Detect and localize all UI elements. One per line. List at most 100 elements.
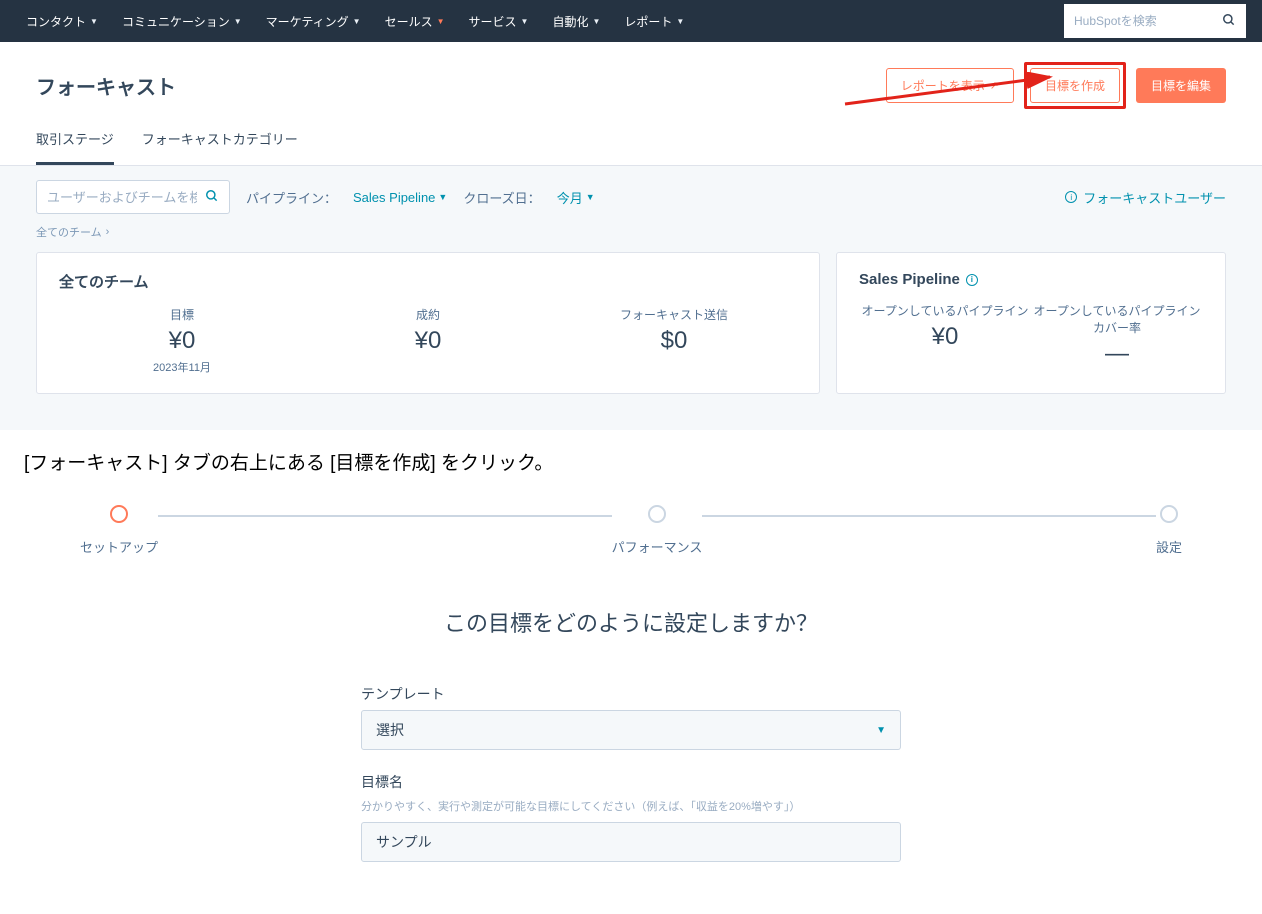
all-teams-card: 全てのチーム 目標 ¥0 2023年11月 成約 ¥0 フォーキャスト送信 $0: [36, 252, 820, 394]
chevron-down-icon: ▼: [90, 17, 98, 26]
nav-label: サービス: [469, 13, 517, 30]
nav-items: コンタクト ▼ コミュニケーション ▼ マーケティング ▼ セールス ▼ サービ…: [16, 7, 694, 36]
chevron-down-icon: ▼: [234, 17, 242, 26]
tab-deal-stage[interactable]: 取引ステージ: [36, 129, 114, 165]
chevron-right-icon: ›: [106, 226, 110, 238]
step-performance[interactable]: パフォーマンス: [612, 505, 703, 556]
metric-label: オープンしているパイプライン: [859, 302, 1031, 319]
metric-value: $0: [551, 327, 797, 355]
nav-item-sales[interactable]: セールス ▼: [375, 7, 455, 36]
nav-item-communication[interactable]: コミュニケーション ▼: [112, 7, 252, 36]
step-circle-icon: [648, 505, 666, 523]
nav-item-marketing[interactable]: マーケティング ▼: [256, 7, 371, 36]
global-search-input[interactable]: [1074, 14, 1214, 28]
step-line: [702, 515, 1156, 517]
instruction-caption: [フォーキャスト] タブの右上にある [目標を作成] をクリック。: [0, 430, 1262, 505]
nav-label: マーケティング: [266, 13, 349, 30]
chevron-down-icon: ▼: [876, 725, 886, 736]
nav-label: レポート: [624, 13, 672, 30]
metric-label: フォーキャスト送信: [551, 306, 797, 323]
metric-value: ¥0: [859, 323, 1031, 351]
nav-label: コミュニケーション: [122, 13, 230, 30]
nav-item-reports[interactable]: レポート ▼: [614, 7, 694, 36]
filter-area: パイプライン： Sales Pipeline ▼ クローズ日： 今月 ▼ i フ…: [0, 166, 1262, 430]
goal-name-field-group: 目標名 分かりやすく、実行や測定が可能な目標にしてください（例えば、「収益を20…: [361, 772, 901, 862]
metric-sub: 2023年11月: [59, 359, 305, 375]
edit-goal-button[interactable]: 目標を編集: [1136, 68, 1226, 103]
annotation-highlight: 目標を作成: [1024, 62, 1126, 109]
chevron-down-icon: ▼: [676, 17, 684, 26]
top-nav: コンタクト ▼ コミュニケーション ▼ マーケティング ▼ セールス ▼ サービ…: [0, 0, 1262, 42]
goal-name-label: 目標名: [361, 772, 901, 792]
page-title: フォーキャスト: [36, 71, 176, 100]
nav-label: コンタクト: [26, 13, 86, 30]
stepper: セットアップ パフォーマンス 設定: [0, 505, 1262, 556]
step-line: [158, 515, 612, 517]
summary-cards: 全てのチーム 目標 ¥0 2023年11月 成約 ¥0 フォーキャスト送信 $0: [36, 252, 1226, 412]
link-label: フォーキャストユーザー: [1083, 188, 1226, 207]
step-settings[interactable]: 設定: [1156, 505, 1182, 556]
form-heading: この目標をどのように設定しますか？: [361, 606, 901, 638]
nav-item-service[interactable]: サービス ▼: [459, 7, 539, 36]
metric-goal: 目標 ¥0 2023年11月: [59, 306, 305, 375]
template-select[interactable]: 選択 ▼: [361, 710, 901, 750]
metrics-row: 目標 ¥0 2023年11月 成約 ¥0 フォーキャスト送信 $0: [59, 306, 797, 375]
card-title: 全てのチーム: [59, 271, 797, 292]
step-circle-icon: [110, 505, 128, 523]
metric-coverage-rate: オープンしているパイプラインカバー率 —: [1031, 302, 1203, 368]
step-label: セットアップ: [80, 537, 158, 556]
forecast-user-link[interactable]: i フォーキャストユーザー: [1065, 188, 1226, 207]
chevron-down-icon: ▼: [521, 17, 529, 26]
create-goal-button[interactable]: 目標を作成: [1030, 68, 1120, 103]
nav-item-automation[interactable]: 自動化 ▼: [542, 7, 610, 36]
goal-name-input[interactable]: [361, 822, 901, 862]
filter-value-text: Sales Pipeline: [353, 190, 435, 205]
info-icon: i: [1065, 191, 1077, 203]
chevron-down-icon: ▼: [586, 192, 595, 202]
button-label: 目標を作成: [1045, 77, 1105, 94]
template-field-group: テンプレート 選択 ▼: [361, 684, 901, 750]
card-title-text: Sales Pipeline: [859, 271, 960, 288]
metric-open-pipeline: オープンしているパイプライン ¥0: [859, 302, 1031, 368]
goal-setup-form: この目標をどのように設定しますか？ テンプレート 選択 ▼ 目標名 分かりやすく…: [341, 606, 921, 914]
tab-forecast-category[interactable]: フォーキャストカテゴリー: [142, 129, 298, 165]
global-search[interactable]: [1064, 4, 1246, 38]
filter-row: パイプライン： Sales Pipeline ▼ クローズ日： 今月 ▼ i フ…: [36, 180, 1226, 214]
close-date-filter-value[interactable]: 今月 ▼: [557, 188, 595, 207]
metrics-row: オープンしているパイプライン ¥0 オープンしているパイプラインカバー率 —: [859, 302, 1203, 368]
filter-value-text: 今月: [557, 188, 583, 207]
template-label: テンプレート: [361, 684, 901, 704]
nav-item-contacts[interactable]: コンタクト ▼: [16, 7, 108, 36]
chevron-down-icon: ▼: [438, 192, 447, 202]
select-value: 選択: [376, 720, 404, 740]
info-icon[interactable]: i: [966, 274, 978, 286]
show-report-button[interactable]: レポートを表示 ↗: [886, 68, 1014, 103]
metric-label: 目標: [59, 306, 305, 323]
nav-label: 自動化: [552, 13, 588, 30]
close-date-filter-label: クローズ日：: [463, 188, 540, 207]
metric-forecast-submit: フォーキャスト送信 $0: [551, 306, 797, 375]
search-icon: [1222, 13, 1236, 30]
chevron-down-icon: ▼: [353, 17, 361, 26]
button-label: レポートを表示: [901, 77, 985, 94]
user-team-search-input[interactable]: [47, 190, 197, 205]
step-setup[interactable]: セットアップ: [80, 505, 158, 556]
metric-value: ¥0: [305, 327, 551, 355]
search-icon: [205, 189, 219, 206]
button-label: 目標を編集: [1151, 77, 1211, 94]
breadcrumb[interactable]: 全てのチーム ›: [36, 224, 1226, 240]
header-actions: レポートを表示 ↗ 目標を作成 目標を編集: [886, 62, 1226, 109]
step-label: 設定: [1156, 537, 1182, 556]
pipeline-filter-label: パイプライン：: [246, 188, 337, 207]
user-team-search[interactable]: [36, 180, 230, 214]
pipeline-filter-value[interactable]: Sales Pipeline ▼: [353, 190, 447, 205]
chevron-down-icon: ▼: [437, 17, 445, 26]
metric-label: オープンしているパイプラインカバー率: [1031, 302, 1203, 336]
metric-value: —: [1031, 340, 1203, 368]
metric-value: ¥0: [59, 327, 305, 355]
tabs: 取引ステージ フォーキャストカテゴリー: [0, 109, 1262, 166]
chevron-down-icon: ▼: [592, 17, 600, 26]
sales-pipeline-card: Sales Pipeline i オープンしているパイプライン ¥0 オープンし…: [836, 252, 1226, 394]
goal-name-help: 分かりやすく、実行や測定が可能な目標にしてください（例えば、「収益を20%増やす…: [361, 798, 901, 814]
page-header: フォーキャスト レポートを表示 ↗ 目標を作成 目標を編集: [0, 42, 1262, 109]
